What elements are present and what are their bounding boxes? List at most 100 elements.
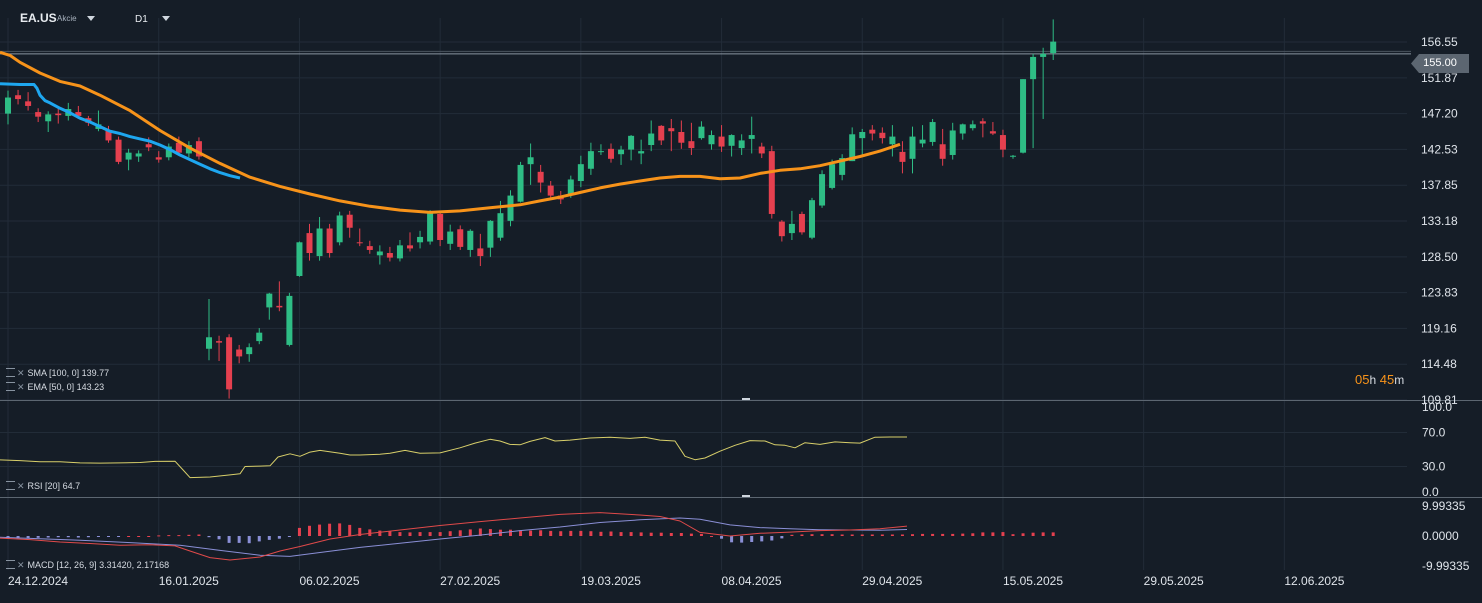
time-tick-label: 19.03.2025	[581, 574, 641, 588]
settings-icon[interactable]	[6, 560, 15, 569]
close-icon[interactable]: ✕	[17, 368, 25, 378]
macd-bar	[679, 532, 683, 536]
candle-body	[919, 139, 926, 144]
candle-body	[115, 139, 122, 162]
macd-bar	[1031, 532, 1035, 536]
macd-bar	[368, 529, 372, 536]
candle-body	[447, 231, 454, 244]
candle-body	[236, 349, 243, 357]
time-tick-label: 15.05.2025	[1003, 574, 1063, 588]
macd-bar	[720, 536, 724, 539]
macd-bar	[297, 527, 301, 536]
candle-body	[55, 113, 62, 116]
symbol-label[interactable]: EA.US	[20, 11, 57, 25]
price-tick-label: 119.16	[1421, 321, 1457, 335]
timeframe-dropdown-icon[interactable]	[162, 16, 170, 21]
candle-body	[618, 149, 625, 155]
rsi-indicator-label[interactable]: ✕ RSI [20] 64.7	[6, 481, 80, 492]
macd-bar	[107, 536, 110, 537]
candle-body	[819, 174, 826, 206]
macd-tick-label: 0.0000	[1422, 529, 1459, 543]
macd-indicator-label[interactable]: ✕ MACD [12, 26, 9] 3.31420, 2.17168	[6, 560, 169, 571]
candle-body	[748, 135, 755, 139]
rsi-tick-label: 30.0	[1422, 460, 1446, 474]
candles	[5, 19, 1057, 399]
candle-body	[909, 136, 916, 159]
macd-bar	[197, 534, 201, 536]
countdown-hours-unit: h	[1369, 373, 1377, 387]
macd-bar	[76, 536, 80, 538]
candle-body	[899, 151, 906, 162]
macd-bar	[609, 531, 613, 536]
candle-body	[537, 171, 544, 183]
candle-body	[809, 200, 815, 238]
macd-bar	[659, 532, 663, 536]
candle-body	[477, 248, 484, 257]
macd-tick-label: -9.99335	[1422, 559, 1470, 573]
candle-body	[718, 136, 725, 147]
macd-bar	[579, 530, 583, 536]
rsi-tick-label: 70.0	[1422, 426, 1446, 440]
candle-body	[728, 135, 735, 146]
time-tick-label: 06.02.2025	[299, 574, 359, 588]
candle-body	[628, 135, 635, 150]
macd-bar	[46, 536, 50, 538]
ema-indicator-label[interactable]: ✕ EMA [50, 0] 143.23	[6, 382, 104, 393]
chart-svg[interactable]: 156.55151.87147.20142.53137.85133.18128.…	[0, 0, 1482, 598]
last-price-tag: 155.00	[1411, 54, 1469, 73]
candle-body	[959, 124, 966, 134]
macd-bar	[86, 536, 90, 538]
candle-body	[527, 157, 534, 165]
chart-area[interactable]: 156.55 151.87 147.20 142.53 137.85 133.18 128.…	[0, 0, 1482, 598]
candle-body	[256, 332, 263, 342]
candle-body	[1040, 53, 1047, 57]
candle-body	[939, 144, 946, 159]
settings-icon[interactable]	[6, 368, 15, 377]
timeframe-label[interactable]: D1	[135, 14, 148, 25]
candle-body	[758, 146, 765, 154]
candle-body	[788, 223, 795, 234]
ema-label-text: EMA [50, 0] 143.23	[27, 382, 105, 392]
macd-bar	[860, 534, 864, 536]
macd-bar	[820, 534, 824, 536]
settings-icon[interactable]	[6, 382, 15, 391]
candle-body	[376, 251, 383, 256]
candle-body	[979, 121, 986, 124]
settings-icon[interactable]	[6, 481, 15, 490]
close-icon[interactable]: ✕	[17, 481, 25, 491]
macd-bar	[277, 536, 281, 539]
candle-body	[708, 135, 715, 145]
candle-body	[487, 220, 494, 248]
candle-body	[366, 246, 373, 250]
macd-bar	[187, 534, 191, 536]
macd-bar	[790, 534, 794, 536]
macd-bar	[36, 536, 40, 538]
symbol-dropdown-icon[interactable]	[87, 16, 95, 21]
macd-bar	[971, 533, 975, 536]
macd-bar	[127, 536, 131, 537]
rsi-tick-label: 0.0	[1422, 485, 1439, 499]
macd-bar	[559, 531, 563, 536]
close-icon[interactable]: ✕	[17, 560, 25, 570]
countdown-minutes: 45	[1379, 372, 1395, 387]
time-tick-label: 12.06.2025	[1284, 574, 1344, 588]
macd-bar	[227, 536, 231, 543]
candle-body	[577, 164, 584, 182]
macd-bar	[458, 530, 462, 536]
macd-bar	[56, 536, 60, 538]
macd-bar	[318, 524, 322, 536]
candle-body	[336, 215, 343, 243]
candle-body	[45, 114, 52, 122]
macd-bar	[1011, 534, 1015, 536]
candle-body	[1010, 155, 1016, 157]
macd-bar	[760, 536, 764, 542]
candle-body	[296, 242, 303, 276]
macd-bar	[649, 532, 653, 536]
candle-body	[778, 221, 785, 237]
pane-resize-handle	[742, 495, 750, 497]
sma-indicator-label[interactable]: ✕ SMA [100, 0] 139.77	[6, 368, 109, 379]
close-icon[interactable]: ✕	[17, 382, 25, 392]
candle-body	[999, 135, 1006, 150]
macd-bar	[96, 536, 100, 537]
candle-body	[417, 236, 424, 243]
